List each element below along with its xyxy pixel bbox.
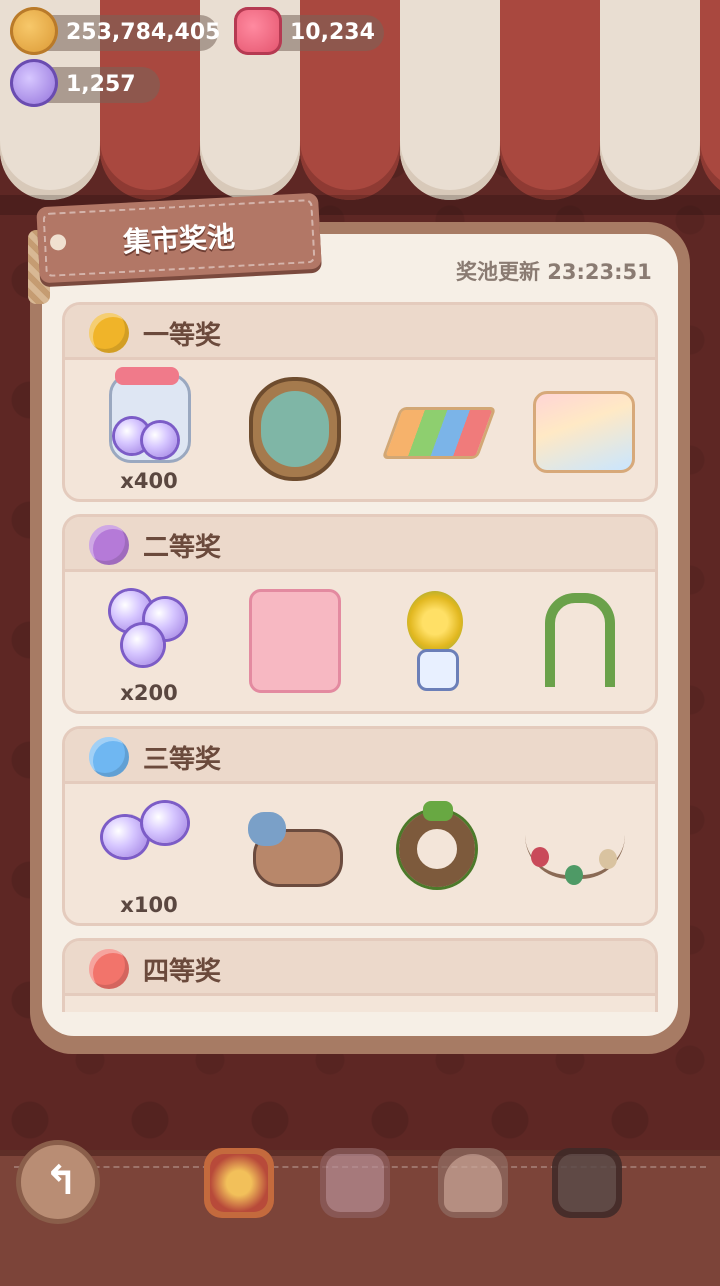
fish-tank-clock-icon — [249, 377, 341, 481]
gem-value: 10,234 — [290, 20, 375, 45]
hopscotch-mat-item[interactable] — [373, 367, 497, 487]
ferris-wheel-icon — [210, 1154, 268, 1212]
tier-name: 三等奖 — [143, 745, 222, 775]
tier-third-prize: 三等奖 x100 — [62, 726, 658, 926]
gold-orb-icon — [89, 313, 129, 353]
candy-icon — [10, 59, 58, 107]
coin-counter[interactable]: 253,784,405 — [10, 7, 221, 55]
flower-arch-icon — [545, 593, 615, 687]
dark-tab[interactable] — [552, 1148, 622, 1218]
gem-counter[interactable]: 10,234 — [234, 7, 384, 55]
purple-orb-icon — [89, 525, 129, 565]
pink-cabinet-icon — [249, 589, 341, 693]
item-quantity: x100 — [120, 893, 178, 917]
back-arrow-icon: ↰ — [44, 1158, 78, 1204]
red-orb-icon — [89, 949, 129, 989]
pink-gem-icon — [234, 7, 282, 55]
wreath-icon — [399, 811, 475, 887]
item-quantity: x200 — [120, 681, 178, 705]
tier-fourth-prize: 四等奖 — [62, 938, 658, 1012]
candy-pair-item[interactable]: x100 — [89, 791, 209, 917]
candy-jar-item[interactable]: x400 — [89, 367, 209, 493]
tier-name: 二等奖 — [143, 533, 222, 563]
cow-plush-item[interactable] — [231, 791, 351, 911]
flower-arch-item[interactable] — [515, 579, 635, 699]
cow-plush-icon — [248, 812, 343, 887]
plush-tab[interactable] — [320, 1148, 390, 1218]
playground-slide-icon — [533, 391, 635, 473]
ferris-wheel-tab[interactable] — [204, 1148, 274, 1218]
candy-value: 1,257 — [66, 72, 136, 97]
item-quantity: x400 — [120, 469, 178, 493]
tier-name: 一等奖 — [143, 321, 222, 351]
hopscotch-mat-icon — [381, 407, 497, 459]
flower-vase-item[interactable] — [373, 579, 493, 699]
tier-first-prize: 一等奖 x400 — [62, 302, 658, 502]
bead-garland-item[interactable] — [515, 791, 635, 911]
house-tab[interactable] — [438, 1148, 508, 1218]
prize-list[interactable]: 一等奖 x400 二等奖 x200 三等奖 x100 四等奖 — [62, 300, 658, 1012]
dark-shop-icon — [558, 1154, 616, 1212]
bunny-plush-icon — [326, 1154, 384, 1212]
title-tag: 集市奖池 — [36, 192, 322, 284]
house-icon — [444, 1154, 502, 1212]
coin-value: 253,784,405 — [66, 20, 221, 45]
flower-vase-icon — [407, 591, 463, 653]
refresh-timer: 奖池更新 23:23:51 — [456, 260, 652, 284]
blue-orb-icon — [89, 737, 129, 777]
fish-tank-clock-item[interactable] — [231, 367, 351, 487]
back-button[interactable]: ↰ — [16, 1140, 100, 1224]
tier-second-prize: 二等奖 x200 — [62, 514, 658, 714]
pink-cabinet-item[interactable] — [231, 579, 351, 699]
candy-pair-icon — [103, 817, 147, 857]
tier-name: 四等奖 — [143, 957, 222, 987]
candy-counter[interactable]: 1,257 — [10, 59, 160, 107]
playground-slide-item[interactable] — [515, 367, 635, 487]
cookie-coin-icon — [10, 7, 58, 55]
wreath-item[interactable] — [373, 791, 493, 911]
candy-pile-item[interactable]: x200 — [89, 579, 209, 705]
